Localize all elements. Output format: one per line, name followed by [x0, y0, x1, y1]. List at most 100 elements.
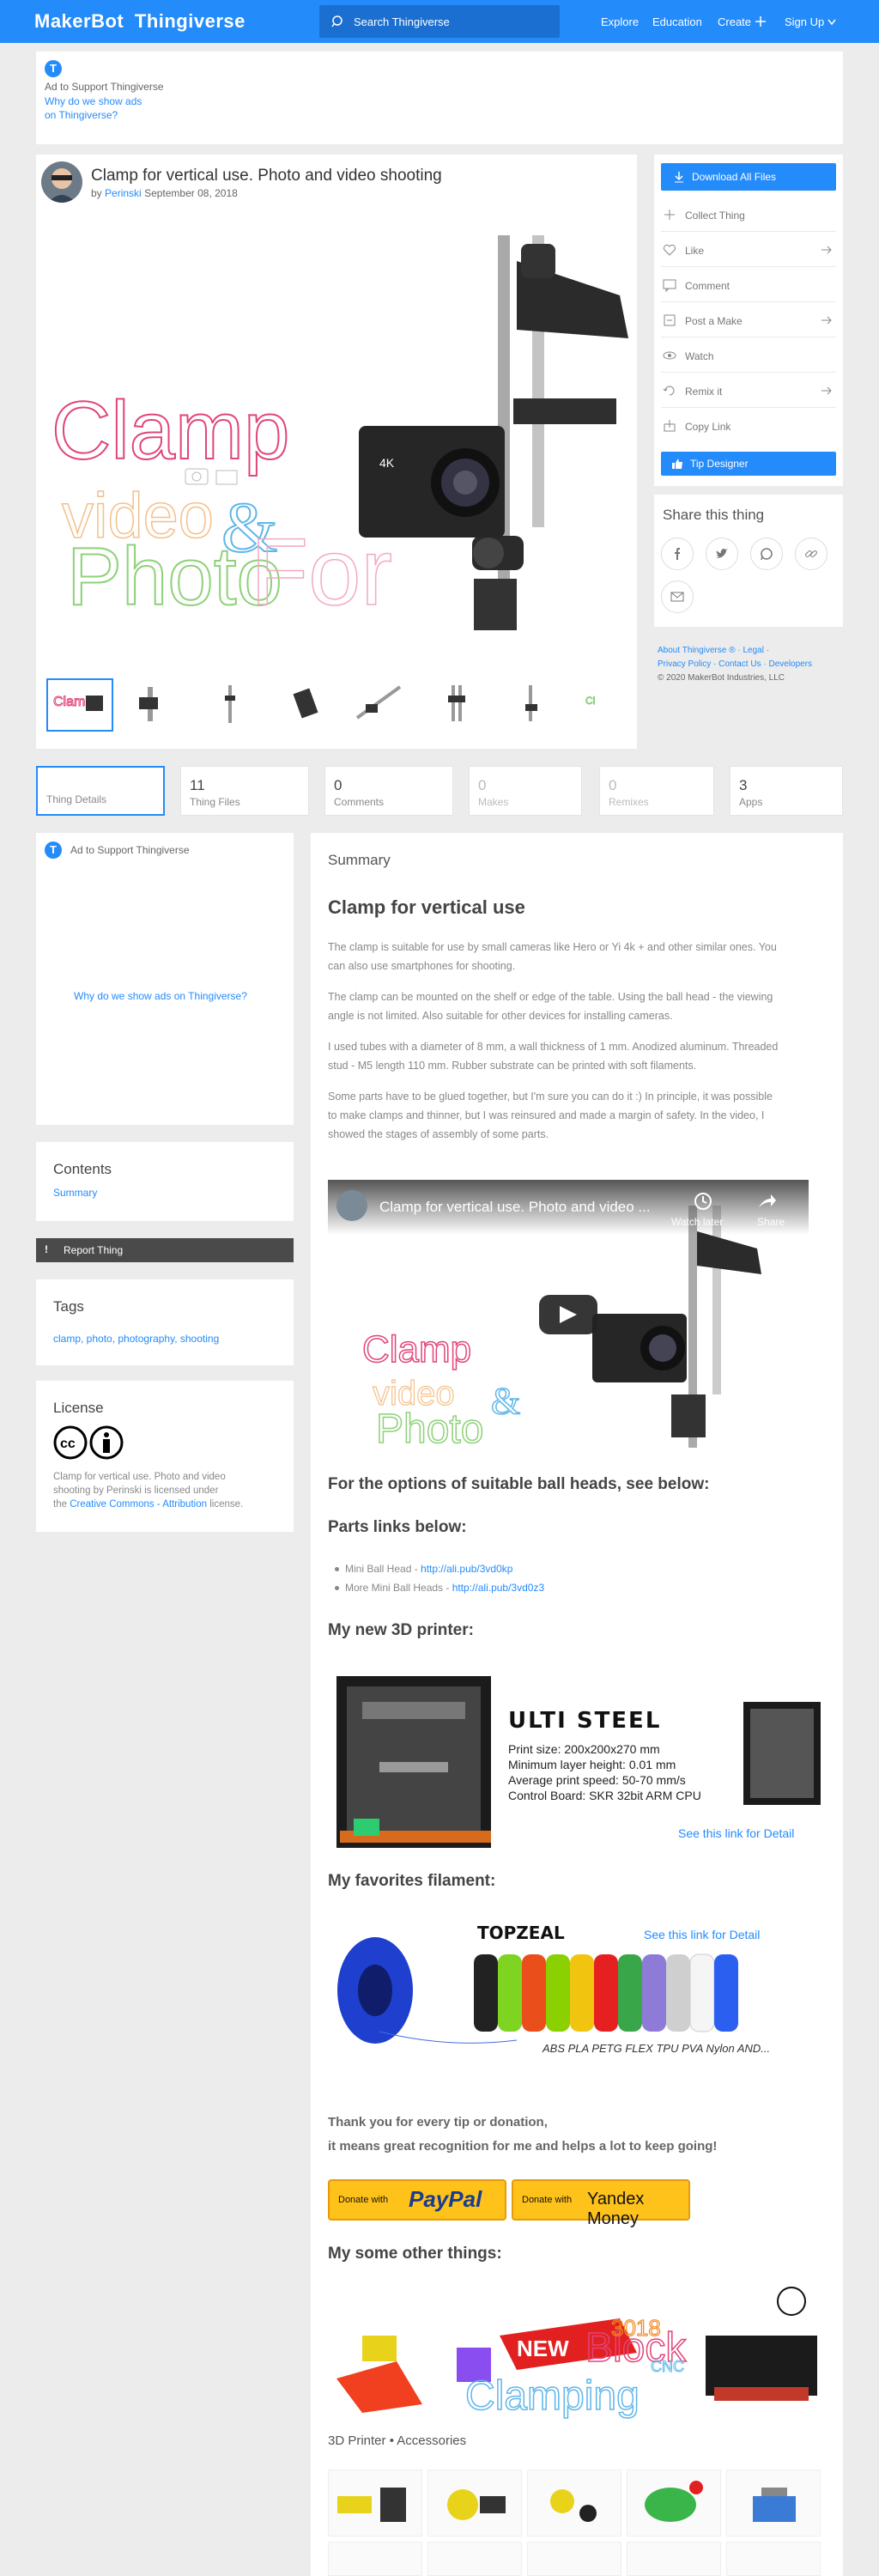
printer-detail-link[interactable]: See this link for Detail — [678, 1826, 794, 1840]
other-thing-thumb-8[interactable] — [527, 2542, 621, 2576]
part-1-link[interactable]: http://ali.pub/3vd0kp — [421, 1563, 512, 1575]
donate-paypal-button[interactable]: Donate with PayPal — [328, 2179, 506, 2221]
other-thing-thumb-4[interactable] — [627, 2470, 721, 2537]
creative-commons-icon[interactable]: cc — [53, 1425, 125, 1460]
other-thing-thumb-7[interactable] — [427, 2542, 522, 2576]
license-link[interactable]: Creative Commons - Attribution — [70, 1499, 207, 1510]
search-placeholder: Search Thingiverse — [354, 15, 450, 28]
clamp-illustration: 4K — [359, 235, 628, 630]
other-thing-thumb-5[interactable] — [726, 2470, 821, 2537]
thingiverse-logo[interactable]: MakerBot Thingiverse — [34, 10, 246, 33]
filament-image[interactable]: TOPZEAL See this link for Detail ABS PLA… — [328, 1911, 826, 2057]
hero-image[interactable]: Clamp video Photo & For 4K — [36, 210, 637, 665]
ad-sidebar-why-link[interactable]: Why do we show ads on Thingiverse? — [74, 989, 247, 1003]
filament-detail-link[interactable]: See this link for Detail — [644, 1928, 760, 1941]
paragraph-3: I used tubes with a diameter of 8 mm, a … — [328, 1037, 826, 1075]
paragraph-1: The clamp is suitable for use by small c… — [328, 938, 826, 975]
thumbnail-3[interactable] — [197, 678, 264, 732]
author-link[interactable]: Perinski — [105, 187, 142, 199]
thumbnail-6[interactable] — [424, 678, 491, 732]
tip-designer-label: Tip Designer — [690, 458, 749, 470]
contents-summary-link[interactable]: Summary — [53, 1187, 97, 1199]
other-thing-thumb-1[interactable] — [328, 2470, 422, 2537]
tip-designer-button[interactable]: Tip Designer — [661, 452, 836, 476]
video-title[interactable]: Clamp for vertical use. Photo and video … — [379, 1199, 651, 1216]
channel-avatar[interactable] — [336, 1190, 367, 1221]
copy-link-share-button[interactable] — [795, 538, 827, 570]
license-line-1: Clamp for vertical use. Photo and video — [53, 1472, 226, 1482]
tab-thing-files[interactable]: 11 Thing Files — [180, 766, 309, 816]
thumbnail-2[interactable] — [122, 678, 189, 732]
other-thing-thumb-10[interactable] — [726, 2542, 821, 2576]
printer-image[interactable]: ULTI STEEL Print size: 200x200x270 mm Mi… — [328, 1659, 826, 1858]
nav-sign-up[interactable]: Sign Up — [785, 15, 824, 28]
tab-comments[interactable]: 0 Comments — [324, 766, 453, 816]
other-thing-thumb-9[interactable] — [627, 2542, 721, 2576]
tab-apps[interactable]: 3 Apps — [730, 766, 843, 816]
nav-explore[interactable]: Explore — [601, 15, 639, 28]
report-thing-button[interactable]: ! Report Thing — [36, 1238, 294, 1262]
other-thing-thumb-2[interactable] — [427, 2470, 522, 2537]
other-things-grid — [328, 2470, 826, 2576]
ad-badge: T — [45, 60, 62, 77]
ad-why-link-2[interactable]: on Thingiverse? — [45, 108, 118, 122]
footer-links-1[interactable]: About Thingiverse ® · Legal · — [658, 646, 769, 655]
thumbnail-8[interactable]: Cl — [568, 678, 620, 732]
filament-heading: My favorites filament: — [328, 1872, 496, 1890]
ad-why-link-1[interactable]: Why do we show ads — [45, 94, 142, 108]
plus-icon — [755, 16, 766, 27]
remixes-count: 0 — [609, 777, 617, 793]
tab-thing-details[interactable]: Thing Details — [36, 766, 165, 816]
other-thing-thumb-6[interactable] — [328, 2542, 422, 2576]
banner-new: NEW — [517, 2336, 569, 2361]
remix-button[interactable]: Remix it — [661, 374, 836, 408]
facebook-share-button[interactable] — [661, 538, 694, 570]
email-share-button[interactable] — [661, 580, 694, 613]
thing-actions-panel: Download All Files Collect Thing Like Co… — [654, 155, 843, 486]
thumbnail-4[interactable] — [273, 678, 340, 732]
email-icon — [670, 592, 684, 602]
part-2-link[interactable]: http://ali.pub/3vd0z3 — [452, 1582, 544, 1594]
tab-remixes[interactable]: 0 Remixes — [599, 766, 714, 816]
license-card: License cc Clamp for vertical use. Photo… — [36, 1381, 294, 1532]
share-arrow-icon[interactable] — [757, 1192, 778, 1211]
other-thing-thumb-3[interactable] — [527, 2470, 621, 2537]
tab-makes[interactable]: 0 Makes — [469, 766, 582, 816]
thumbnail-1[interactable]: Clamp — [46, 678, 113, 732]
collect-thing-button[interactable]: Collect Thing — [661, 197, 836, 232]
tags-list[interactable]: clamp, photo, photography, shooting — [53, 1333, 219, 1345]
footer-links-2[interactable]: Privacy Policy · Contact Us · Developers — [658, 659, 812, 669]
alert-icon: ! — [45, 1243, 48, 1255]
printer-spec-3: Average print speed: 50-70 mm/s — [508, 1773, 686, 1787]
copy-link-button[interactable]: Copy Link — [661, 409, 836, 443]
donate-yandex-button[interactable]: Donate with Yandex Money — [512, 2179, 690, 2228]
license-line-2: shooting by Perinski is licensed under — [53, 1485, 219, 1496]
play-button[interactable] — [539, 1295, 597, 1334]
thumbnail-5[interactable] — [349, 678, 415, 732]
arrow-right-icon — [821, 386, 832, 395]
options-heading: For the options of suitable ball heads, … — [328, 1475, 710, 1493]
download-all-button[interactable]: Download All Files — [661, 163, 836, 191]
nav-create[interactable]: Create — [718, 15, 751, 28]
publish-date: September 08, 2018 — [144, 187, 238, 199]
svg-text:cc: cc — [60, 1437, 76, 1451]
copy-link-label: Copy Link — [685, 421, 731, 433]
comment-button[interactable]: Comment — [661, 268, 836, 302]
search-input[interactable]: Search Thingiverse — [319, 5, 560, 38]
paragraph-4-line-1: Some parts have to be glued together, bu… — [328, 1091, 773, 1103]
whatsapp-share-button[interactable] — [750, 538, 783, 570]
clock-icon[interactable] — [694, 1192, 712, 1211]
share-panel: Share this thing — [654, 495, 843, 627]
twitter-share-button[interactable] — [706, 538, 738, 570]
post-a-make-button[interactable]: Post a Make — [661, 303, 836, 337]
thumbnail-7[interactable] — [500, 678, 567, 732]
nav-education[interactable]: Education — [652, 15, 702, 28]
filament-types: ABS PLA PETG FLEX TPU PVA Nylon AND... — [542, 2042, 770, 2055]
video-player[interactable]: Clamp video Photo & Clamp for vertical u… — [328, 1180, 809, 1448]
other-things-banner[interactable]: NEW Block Clamping 3018 CNC — [328, 2284, 826, 2421]
tags-title: Tags — [53, 1298, 84, 1315]
watch-button[interactable]: Watch — [661, 338, 836, 373]
whatsapp-icon — [761, 548, 773, 561]
like-button[interactable]: Like — [661, 233, 836, 267]
avatar[interactable] — [41, 161, 82, 203]
